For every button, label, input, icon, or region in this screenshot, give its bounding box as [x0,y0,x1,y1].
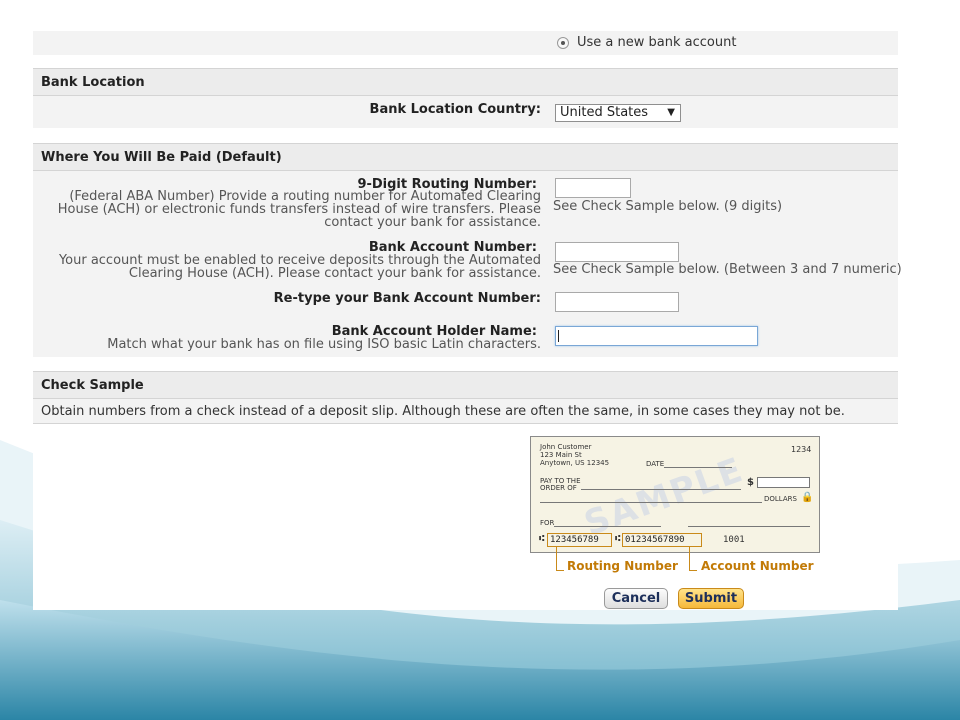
check-date-line [664,467,732,468]
check-memo-line [554,526,661,527]
check-dollars-label: DOLLARS [764,495,797,503]
check-sample-header: Check Sample [33,371,898,399]
account-number-input[interactable] [555,242,679,262]
radio-selected-icon[interactable] [557,36,569,49]
check-routing-digits: 123456789 [547,533,612,547]
check-payee-line [581,489,741,490]
check-number: 1234 [791,445,812,454]
dropdown-arrow-icon: ▼ [667,107,675,118]
check-dollar-sign: $ [747,477,754,488]
check-pay-to-line2: ORDER OF [540,484,577,492]
text-caret [558,330,559,342]
sample-check-image: SAMPLE John Customer 123 Main St Anytown… [530,436,820,553]
check-date-label: DATE [646,460,665,468]
bank-location-country-label: Bank Location Country: [369,102,541,117]
routing-number-hint: See Check Sample below. (9 digits) [553,199,783,214]
account-symbol-icon: ⑆ [615,534,621,544]
country-selected-value: United States [560,105,649,120]
routing-number-input[interactable] [555,178,631,198]
account-callout-bracket [689,546,697,571]
lock-icon: 🔒 [801,492,814,503]
routing-number-callout: Routing Number [567,559,678,573]
bank-location-header: Bank Location [33,68,898,96]
check-amount-line [540,502,762,503]
retype-account-label: Re-type your Bank Account Number: [273,291,541,306]
submit-button[interactable]: Submit [678,588,744,609]
check-amount-box [757,477,810,488]
check-for-label: FOR [540,519,555,527]
check-sample-note: Obtain numbers from a check instead of a… [41,404,845,419]
routing-symbol-icon: ⑆ [539,534,545,544]
check-sample-note-row: Obtain numbers from a check instead of a… [33,399,898,424]
check-holder-name: John Customer [540,443,592,451]
account-number-hint: See Check Sample below. (Between 3 and 7… [553,262,902,277]
where-paid-header: Where You Will Be Paid (Default) [33,143,898,171]
check-holder-street: 123 Main St [540,451,582,459]
check-holder-city: Anytown, US 12345 [540,459,610,467]
cancel-button[interactable]: Cancel [604,588,668,609]
account-number-description: Your account must be enabled to receive … [58,253,541,281]
bank-location-body: Bank Location Country: United States ▼ [33,96,898,128]
check-account-digits: 01234567890 [622,533,702,547]
routing-number-description: (Federal ABA Number) Provide a routing n… [57,189,541,230]
new-bank-account-label: Use a new bank account [577,35,737,50]
where-paid-body: 9-Digit Routing Number: (Federal ABA Num… [33,171,902,357]
routing-callout-bracket [556,546,564,571]
account-number-callout: Account Number [701,559,814,573]
check-serial-digits: 1001 [723,535,745,545]
payment-form-panel: Use a new bank account Bank Location Ban… [33,0,902,610]
new-bank-account-option[interactable]: Use a new bank account [557,35,736,50]
check-signature-line [688,526,810,527]
bank-location-country-select[interactable]: United States ▼ [555,104,681,122]
holder-name-description: Match what your bank has on file using I… [107,337,541,352]
holder-name-input[interactable] [555,326,758,346]
retype-account-input[interactable] [555,292,679,312]
payment-method-row: Use a new bank account [33,31,898,55]
